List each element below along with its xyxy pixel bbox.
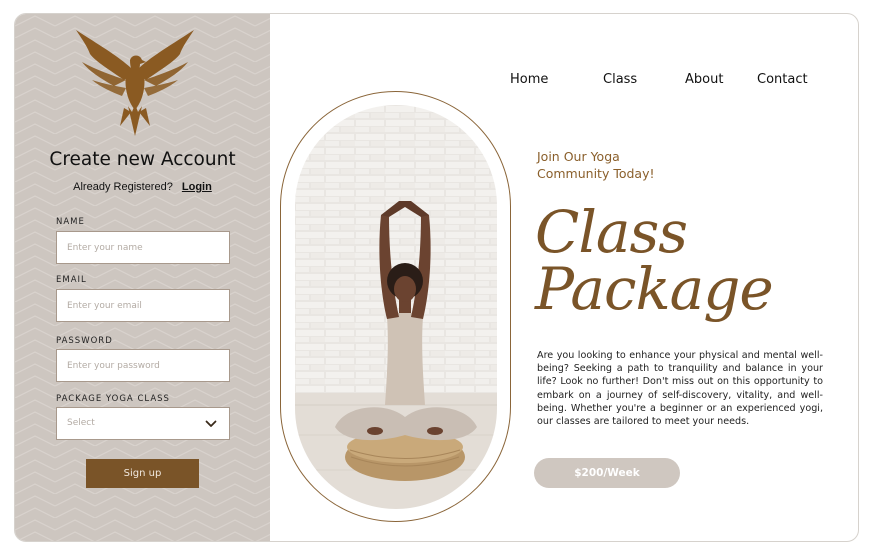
price-button[interactable]: $200/Week xyxy=(534,458,680,488)
form-title: Create new Account xyxy=(49,149,236,170)
already-registered: Already Registered? Login xyxy=(15,181,270,193)
password-input[interactable] xyxy=(56,349,230,382)
hero-tagline-line1: Join Our Yoga xyxy=(537,149,620,164)
yoga-woman-image xyxy=(295,105,497,509)
hero-tagline-line2: Community Today! xyxy=(537,166,655,181)
hero-title-line1: Class xyxy=(535,198,688,266)
package-label: PACKAGE YOGA CLASS xyxy=(56,394,170,404)
login-link[interactable]: Login xyxy=(182,181,212,193)
app-frame: Create new Account Already Registered? L… xyxy=(14,13,859,542)
already-registered-text: Already Registered? xyxy=(73,181,173,193)
nav-about[interactable]: About xyxy=(685,72,723,87)
hero-title-line2: Package xyxy=(535,255,774,323)
password-label: PASSWORD xyxy=(56,336,113,346)
signup-button[interactable]: Sign up xyxy=(86,459,199,488)
nav-contact[interactable]: Contact xyxy=(757,72,808,87)
email-label: EMAIL xyxy=(56,275,87,285)
nav-home[interactable]: Home xyxy=(510,72,548,87)
email-input[interactable] xyxy=(56,289,230,322)
hero-description: Are you looking to enhance your physical… xyxy=(537,350,823,428)
name-label: NAME xyxy=(56,217,85,227)
hero-tagline: Join Our Yoga Community Today! xyxy=(537,148,697,182)
chevron-down-icon xyxy=(205,420,217,427)
signup-panel: Create new Account Already Registered? L… xyxy=(15,14,270,541)
nav-class[interactable]: Class xyxy=(603,72,637,87)
name-input[interactable] xyxy=(56,231,230,264)
eagle-logo-icon xyxy=(76,30,194,136)
yoga-photo xyxy=(295,105,497,509)
package-select[interactable]: Select xyxy=(56,407,230,440)
package-select-value: Select xyxy=(67,418,95,428)
